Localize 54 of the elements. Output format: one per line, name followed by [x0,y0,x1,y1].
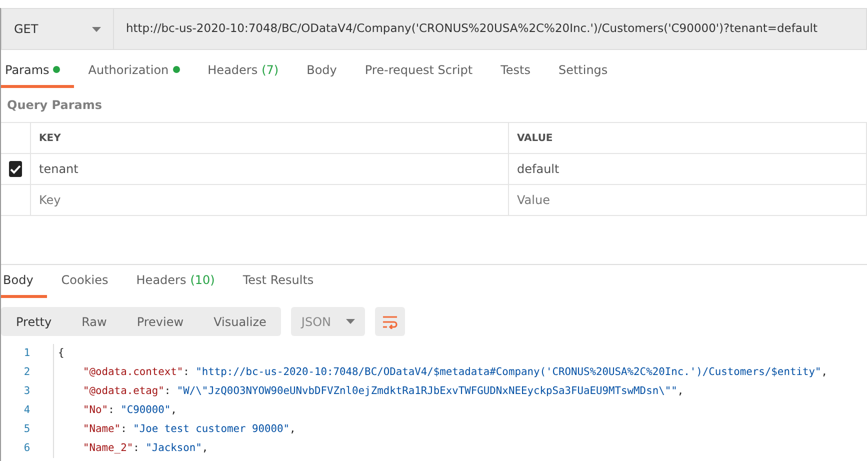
line-number: 5 [22,422,32,437]
request-tab[interactable]: Params [1,54,74,88]
response-tab[interactable]: Body [1,265,48,298]
section-title: Query Params [6,97,104,114]
json-punctuation: , [170,404,177,416]
view-mode-tab[interactable]: Preview [122,307,199,336]
request-tab[interactable]: Authorization [74,54,194,88]
json-value: "http://bc-us-2020-10:7048/BC/ODataV4/$metadata#Company('CRONUS%20USA%2C%20Inc.')/Customers/$entity" [196,366,822,378]
response-tab[interactable]: Cookies [47,265,122,298]
wrap-lines-button[interactable] [375,307,406,336]
url-field[interactable]: http://bc-us-2020-10:7048/BC/ODataV4/Company('CRONUS%20USA%2C%20Inc.')/Customers('C90000')?tenant=default [114,8,867,50]
json-punctuation: , [290,423,296,435]
request-tab[interactable]: Settings [544,54,622,88]
json-punctuation: , [202,442,208,454]
request-tab[interactable]: Tests [486,54,544,88]
view-mode-tab[interactable]: Raw [66,307,122,336]
json-key: "Name_2" [83,442,134,454]
json-key: "@odata.etag" [83,385,164,397]
json-punctuation: : [183,366,190,378]
line-number: 4 [22,403,32,418]
json-value: "Joe test customer 90000" [133,423,290,435]
view-mode-tab[interactable]: Pretty [1,307,67,336]
table-cell: default [509,154,867,185]
line-number: 6 [22,441,32,456]
wrap-icon [382,314,398,328]
table-cell: tenant [31,154,509,185]
caret-icon [346,319,356,324]
response-tab[interactable]: Test Results [228,265,328,298]
json-value: "Jackson" [146,442,202,454]
json-key: "Name" [83,423,121,435]
json-punctuation: : [120,423,127,435]
line-number: 2 [22,365,32,380]
line-number: 1 [22,346,32,361]
json-punctuation: : [133,442,140,454]
json-value: "W/\"JzQ0O3NYOW90eUNvbDFVZnl0ejZmdktRa1RJbExvTWFGUDNxNEEyckpSa3FUaEU9MTswMDsn\"" [176,385,678,397]
method-dropdown[interactable]: GET [1,8,114,50]
checkbox[interactable] [9,161,22,177]
request-tab[interactable]: Headers (7) [194,54,293,88]
caret-icon [92,26,101,32]
request-tab[interactable]: Body [292,54,351,88]
line-number: 3 [22,384,32,399]
request-tab[interactable]: Pre-request Script [350,54,487,88]
json-punctuation: , [821,366,828,378]
column-header: VALUE [509,123,867,154]
json-punctuation: , [677,385,684,397]
json-key: "@odata.context" [83,366,184,378]
json-punctuation: : [108,404,114,416]
view-mode-tab[interactable]: Visualize [198,307,282,336]
column-header: KEY [31,123,509,154]
response-tab[interactable]: Headers (10) [122,265,229,298]
json-value: "C90000" [120,404,171,416]
json-key: "No" [83,404,108,416]
code-text: { [58,347,64,359]
json-punctuation: : [164,385,171,397]
